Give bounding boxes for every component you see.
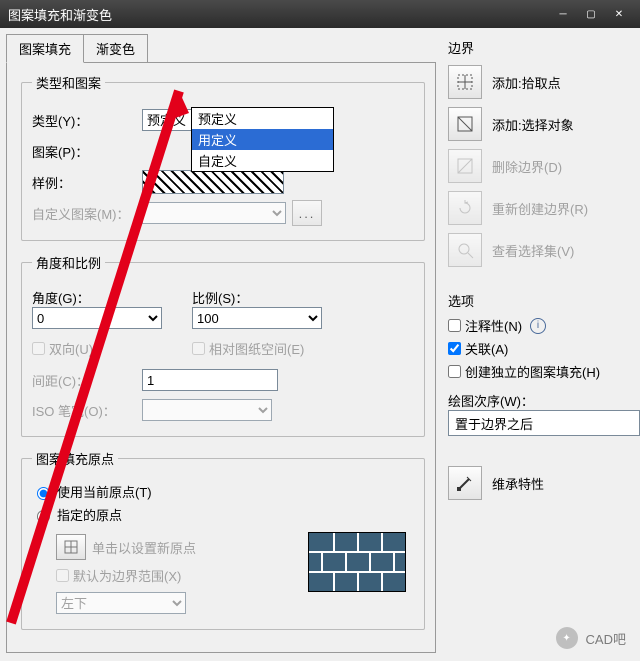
window-title: 图案填充和渐变色 bbox=[8, 5, 112, 24]
scale-select[interactable]: 100 bbox=[192, 307, 322, 329]
recreate-boundary-button bbox=[448, 191, 482, 225]
draw-order-label: 绘图次序(W)： bbox=[448, 391, 640, 410]
tab-gradient[interactable]: 渐变色 bbox=[83, 34, 148, 63]
type-option-userdefined[interactable]: 用定义 bbox=[192, 129, 333, 150]
type-dropdown-list[interactable]: 预定义 用定义 自定义 bbox=[191, 107, 334, 172]
type-label: 类型(Y)： bbox=[32, 111, 142, 130]
inherit-properties-label: 维承特性 bbox=[492, 474, 544, 493]
pattern-label: 图案(P)： bbox=[32, 142, 142, 161]
spacing-input[interactable] bbox=[142, 369, 278, 391]
add-select-objects-button[interactable] bbox=[448, 107, 482, 141]
add-select-objects-label: 添加:选择对象 bbox=[492, 115, 574, 134]
close-button[interactable]: ✕ bbox=[606, 5, 632, 23]
set-origin-label: 单击以设置新原点 bbox=[92, 538, 196, 557]
boundary-title: 边界 bbox=[448, 38, 640, 57]
sample-swatch[interactable] bbox=[142, 170, 284, 194]
maximize-button[interactable]: ▢ bbox=[578, 5, 604, 23]
delete-boundary-button bbox=[448, 149, 482, 183]
wechat-icon: ✦ bbox=[556, 627, 578, 649]
add-pick-point-button[interactable] bbox=[448, 65, 482, 99]
angle-select[interactable]: 0 bbox=[32, 307, 162, 329]
recreate-boundary-label: 重新创建边界(R) bbox=[492, 199, 588, 218]
group-origin: 图案填充原点 使用当前原点(T) 指定的原点 bbox=[21, 449, 425, 630]
separate-hatch-checkbox[interactable]: 创建独立的图案填充(H) bbox=[448, 362, 640, 381]
draw-order-select[interactable]: 置于边界之后 bbox=[448, 410, 640, 436]
view-selection-label: 查看选择集(V) bbox=[492, 241, 574, 260]
custom-pattern-label: 自定义图案(M)： bbox=[32, 204, 142, 223]
group-angle-scale: 角度和比例 角度(G)： 0 比例(S)： 100 bbox=[21, 253, 425, 437]
delete-boundary-label: 删除边界(D) bbox=[492, 157, 562, 176]
set-origin-button[interactable] bbox=[56, 534, 86, 560]
watermark: ✦ CAD吧 bbox=[556, 627, 626, 649]
inherit-properties-button[interactable] bbox=[448, 466, 482, 500]
custom-pattern-browse-button: ... bbox=[292, 200, 322, 226]
brick-preview bbox=[308, 532, 406, 592]
iso-pen-select bbox=[142, 399, 272, 421]
annotative-checkbox[interactable]: 注释性(N) i bbox=[448, 316, 640, 335]
group-type-legend: 类型和图案 bbox=[32, 73, 105, 92]
angle-label: 角度(G)： bbox=[32, 288, 192, 307]
options-title: 选项 bbox=[448, 291, 640, 310]
specified-origin-radio[interactable]: 指定的原点 bbox=[32, 505, 414, 524]
type-option-custom[interactable]: 自定义 bbox=[192, 150, 333, 171]
default-extents-checkbox: 默认为边界范围(X) bbox=[56, 566, 308, 585]
relative-paper-checkbox: 相对图纸空间(E) bbox=[192, 339, 304, 358]
iso-pen-label: ISO 笔宽(O)： bbox=[32, 401, 142, 420]
view-selection-button bbox=[448, 233, 482, 267]
add-pick-point-label: 添加:拾取点 bbox=[492, 73, 561, 92]
origin-corner-select: 左下 bbox=[56, 592, 186, 614]
scale-label: 比例(S)： bbox=[192, 288, 322, 307]
twoway-checkbox: 双向(U) bbox=[32, 339, 192, 358]
tab-hatch[interactable]: 图案填充 bbox=[6, 34, 84, 63]
minimize-button[interactable]: ─ bbox=[550, 5, 576, 23]
sample-label: 样例： bbox=[32, 173, 142, 192]
custom-pattern-select bbox=[142, 202, 286, 224]
group-origin-legend: 图案填充原点 bbox=[32, 449, 118, 468]
titlebar: 图案填充和渐变色 ─ ▢ ✕ bbox=[0, 0, 640, 28]
spacing-label: 间距(C)： bbox=[32, 371, 142, 390]
use-current-origin-radio[interactable]: 使用当前原点(T) bbox=[32, 482, 414, 501]
type-option-predefined[interactable]: 预定义 bbox=[192, 108, 333, 129]
group-angle-legend: 角度和比例 bbox=[32, 253, 105, 272]
group-type: 类型和图案 类型(Y)： 预定义 预定义 用定义 自定义 图案 bbox=[21, 73, 425, 241]
info-icon[interactable]: i bbox=[530, 318, 546, 334]
associative-checkbox[interactable]: 关联(A) bbox=[448, 339, 640, 358]
